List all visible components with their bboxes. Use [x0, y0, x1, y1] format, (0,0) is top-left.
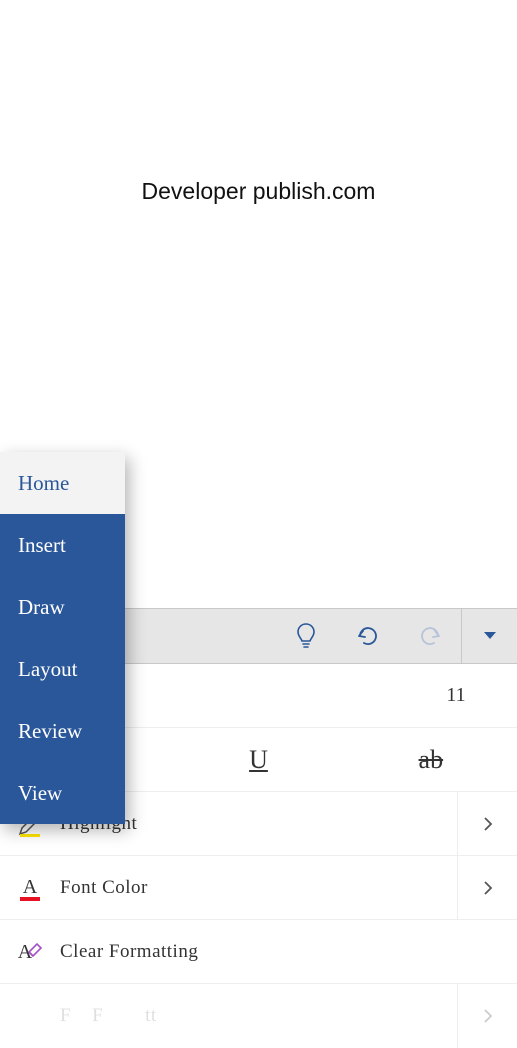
chevron-right-icon [483, 816, 493, 832]
tab-home[interactable]: Home [0, 452, 125, 514]
tab-review[interactable]: Review [0, 700, 125, 762]
ribbon-tab-menu: Home Insert Draw Layout Review View [0, 452, 125, 824]
more-dropdown-button[interactable] [461, 609, 517, 663]
lightbulb-icon [294, 622, 318, 650]
underline-button[interactable]: U [172, 745, 344, 775]
redo-button[interactable] [399, 609, 461, 663]
font-size-value: 11 [411, 684, 517, 707]
clear-formatting-label: Clear Formatting [60, 941, 198, 963]
svg-text:A: A [23, 876, 38, 898]
clear-formatting-icon: A [0, 938, 60, 966]
tab-layout[interactable]: Layout [0, 638, 125, 700]
strikethrough-button[interactable]: ab [345, 745, 517, 775]
document-body-text: Developer publish.com [0, 178, 517, 205]
chevron-right-icon [483, 880, 493, 896]
highlight-expand[interactable] [457, 792, 517, 855]
font-color-expand[interactable] [457, 856, 517, 919]
undo-button[interactable] [337, 609, 399, 663]
font-color-icon: A [0, 873, 60, 903]
clear-formatting-row[interactable]: A Clear Formatting [0, 920, 517, 984]
chevron-right-icon [483, 1008, 493, 1024]
tab-view[interactable]: View [0, 762, 125, 824]
font-color-row[interactable]: A Font Color [0, 856, 517, 920]
caret-down-icon [483, 631, 497, 641]
tab-draw[interactable]: Draw [0, 576, 125, 638]
tell-me-button[interactable] [275, 609, 337, 663]
redo-icon [416, 624, 444, 648]
partial-row-expand[interactable] [457, 984, 517, 1048]
undo-icon [354, 624, 382, 648]
font-color-label: Font Color [60, 877, 148, 899]
partial-next-row[interactable]: F F tt [0, 984, 517, 1048]
svg-text:A: A [18, 941, 33, 963]
tab-insert[interactable]: Insert [0, 514, 125, 576]
